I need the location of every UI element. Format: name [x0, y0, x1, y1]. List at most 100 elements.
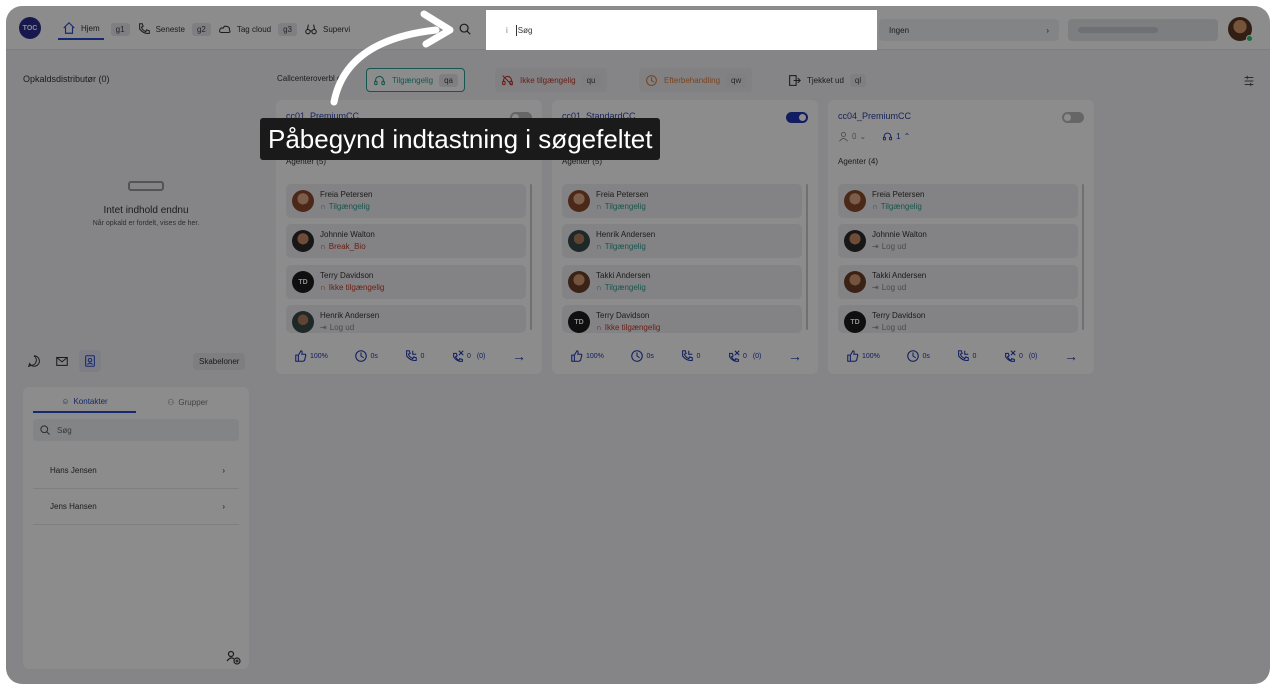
- waiting-count[interactable]: 0 ⌄: [838, 131, 866, 142]
- agent-row[interactable]: TD Terry Davidson ∩ Ikke tilgængelig: [562, 305, 802, 333]
- layout-toggle-icon[interactable]: [1242, 74, 1256, 88]
- chat-button[interactable]: [23, 350, 45, 372]
- clock-icon: [907, 350, 920, 362]
- chevron-right-icon: ›: [1046, 25, 1049, 35]
- channel-switcher: [23, 350, 101, 372]
- logo[interactable]: TOC: [19, 17, 41, 39]
- agent-status: ⇥ Log ud: [320, 323, 354, 332]
- thumbs-up-icon: [571, 350, 583, 362]
- active-count[interactable]: 1 ⌃: [882, 131, 910, 142]
- headset-icon: [883, 132, 893, 141]
- missed-metric: 0 (0): [727, 349, 761, 363]
- queue-toggle[interactable]: [786, 112, 808, 123]
- nav-tag-cloud[interactable]: Tag cloud: [218, 18, 271, 40]
- phone-missed-icon: [1005, 350, 1016, 362]
- agent-name: Johnnie Walton: [320, 230, 375, 239]
- chevron-down-icon: ⌄: [859, 132, 867, 141]
- logout-icon: ⇥: [320, 323, 327, 332]
- headset-off-icon: [502, 74, 513, 86]
- contact-name: Jens Hansen: [50, 502, 97, 511]
- agent-status-text: Ikke tilgængelig: [328, 283, 385, 292]
- avatar: [292, 230, 314, 252]
- sla-metric: 100%: [846, 349, 880, 363]
- agent-row[interactable]: TD Terry Davidson ⇥ Log ud: [838, 305, 1078, 333]
- sla-value: 100%: [586, 352, 604, 360]
- phone-incoming-icon: [406, 350, 418, 362]
- list-item[interactable]: Jens Hansen ›: [33, 489, 239, 525]
- tab-groups[interactable]: ⚇ Grupper: [136, 397, 239, 413]
- agents-scrollbar[interactable]: [530, 184, 532, 330]
- status-unavailable-button[interactable]: Ikke tilgængelig qu: [495, 68, 607, 92]
- person-icon: [839, 131, 848, 142]
- search-icon: [40, 425, 50, 435]
- tab-contacts[interactable]: ☺ Kontakter: [33, 397, 136, 413]
- agent-status: ∩ Tilgængelig: [596, 242, 646, 251]
- contacts-panel: ☺ Kontakter ⚇ Grupper Søg Hans Jensen › …: [23, 387, 249, 669]
- agent-row[interactable]: Takki Andersen ⇥ Log ud: [838, 265, 1078, 299]
- calls-value: 0: [972, 352, 977, 360]
- calls-value: 0: [420, 352, 425, 360]
- agent-status-text: Tilgængelig: [604, 283, 646, 292]
- contacts-tabs: ☺ Kontakter ⚇ Grupper: [33, 397, 239, 413]
- missed-value: 0: [742, 352, 747, 360]
- nav-recent-label: Seneste: [155, 24, 185, 34]
- agent-row[interactable]: Freia Petersen ∩ Tilgængelig: [838, 184, 1078, 218]
- phone-incoming-icon: [682, 350, 694, 362]
- missed-value: 0: [466, 352, 471, 360]
- nav-home[interactable]: Hjem: [58, 18, 104, 40]
- status-checkout-button[interactable]: Tjekket ud ql: [782, 68, 872, 92]
- agent-name: Henrik Andersen: [320, 311, 380, 320]
- agent-row[interactable]: Takki Andersen ∩ Tilgængelig: [562, 265, 802, 299]
- mail-button[interactable]: [51, 350, 73, 372]
- logout-icon: ⇥: [872, 242, 879, 251]
- wait-value: 0s: [646, 352, 654, 360]
- agent-status: ⇥ Log ud: [872, 323, 906, 332]
- queue-metrics: 100% 0s 0 0 (0) →: [570, 348, 802, 364]
- avatar: TD: [568, 311, 590, 333]
- agent-status: ∩ Tilgængelig: [596, 283, 646, 292]
- sla-metric: 100%: [570, 349, 604, 363]
- tab-groups-label: Grupper: [178, 398, 208, 407]
- wait-value: 0s: [922, 352, 930, 360]
- status-wrapup-label: Efterbehandling: [664, 75, 721, 85]
- global-search-input[interactable]: i Søg: [486, 10, 877, 50]
- agent-row[interactable]: Johnnie Walton ⇥ Log ud: [838, 224, 1078, 258]
- agent-name: Takki Andersen: [596, 271, 651, 280]
- arrow-right-icon[interactable]: →: [1064, 348, 1078, 364]
- agent-row[interactable]: Freia Petersen ∩ Tilgængelig: [286, 184, 526, 218]
- agent-status-text: Log ud: [881, 283, 907, 292]
- queue-toggle[interactable]: [1062, 112, 1084, 123]
- avatar: [568, 190, 590, 212]
- arrow-right-icon[interactable]: →: [788, 348, 802, 364]
- wait-value: 0s: [370, 352, 378, 360]
- clock-icon: [355, 350, 368, 362]
- contacts-search-input[interactable]: Søg: [33, 419, 239, 441]
- agent-row[interactable]: TD Terry Davidson ∩ Ikke tilgængelig: [286, 265, 526, 299]
- arrow-right-icon[interactable]: →: [512, 348, 526, 364]
- templates-button[interactable]: Skabeloner: [193, 353, 246, 370]
- status-wrapup-button[interactable]: Efterbehandling qw: [639, 68, 753, 92]
- empty-state: Intet indhold endnu Når opkald er fordel…: [46, 181, 246, 228]
- queue-name[interactable]: cc04_PremiumCC: [838, 111, 911, 121]
- wait-metric: 0s: [630, 349, 654, 363]
- add-contact-icon[interactable]: [225, 649, 241, 665]
- headset-icon: ∩: [872, 202, 878, 211]
- agent-row[interactable]: Henrik Andersen ⇥ Log ud: [286, 305, 526, 333]
- account-select[interactable]: [1068, 19, 1218, 41]
- agent-status: ∩ Tilgængelig: [872, 202, 922, 211]
- list-item[interactable]: Hans Jensen ›: [33, 453, 239, 489]
- queue-counts: 0 ⌄ 1 ⌃: [838, 131, 910, 142]
- agent-name: Henrik Andersen: [596, 230, 656, 239]
- text-caret: [515, 24, 517, 36]
- agent-row[interactable]: Henrik Andersen ∩ Tilgængelig: [562, 224, 802, 258]
- agents-scrollbar[interactable]: [1082, 184, 1084, 330]
- queue-select[interactable]: Ingen ›: [879, 19, 1059, 41]
- contacts-button[interactable]: [79, 350, 101, 372]
- headset-icon: ∩: [596, 283, 602, 292]
- agent-row[interactable]: Freia Petersen ∩ Tilgængelig: [562, 184, 802, 218]
- nav-recent[interactable]: Seneste: [137, 18, 185, 40]
- agent-row[interactable]: Johnnie Walton ∩ Break_Bio: [286, 224, 526, 258]
- user-avatar[interactable]: [1228, 17, 1253, 42]
- agents-scrollbar[interactable]: [806, 184, 808, 330]
- phone-missed-icon: [729, 350, 740, 362]
